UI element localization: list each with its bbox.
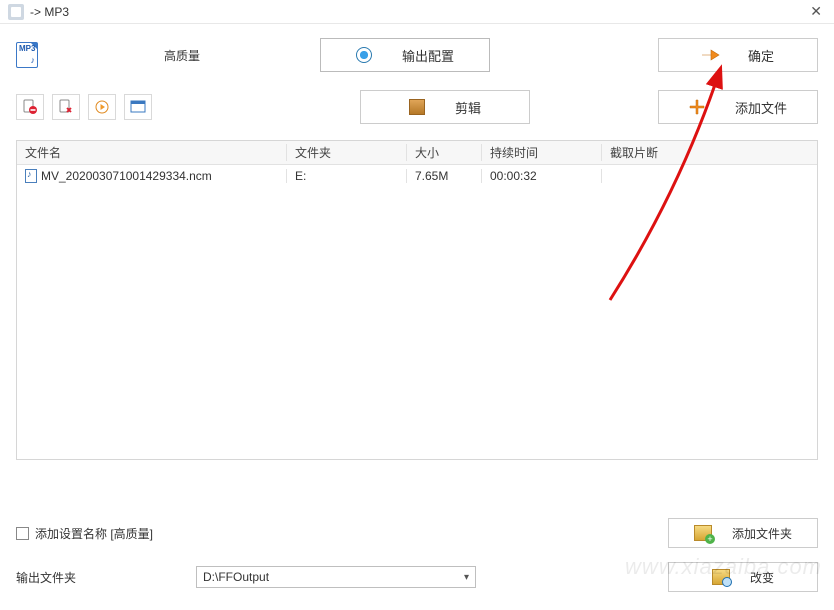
window-icon: [130, 100, 146, 114]
quality-label: 高质量: [164, 47, 200, 64]
document-x-icon: [58, 99, 74, 115]
col-segment[interactable]: 截取片断: [602, 144, 817, 161]
details-button[interactable]: [124, 94, 152, 120]
ok-button[interactable]: 确定: [658, 38, 818, 72]
close-button[interactable]: ✕: [806, 3, 826, 20]
add-file-label: 添加文件: [735, 98, 787, 117]
title-bar: -> MP3 ✕: [0, 0, 834, 24]
chevron-down-icon: ▾: [464, 572, 469, 583]
ok-label: 确定: [748, 46, 774, 65]
add-folder-label: 添加文件夹: [732, 525, 792, 542]
clear-list-button[interactable]: [52, 94, 80, 120]
app-icon: [8, 4, 24, 20]
edit-label: 剪辑: [455, 98, 481, 117]
output-config-button[interactable]: 输出配置: [320, 38, 490, 72]
output-folder-label: 输出文件夹: [16, 569, 76, 586]
add-folder-button[interactable]: 添加文件夹: [668, 518, 818, 548]
mp3-format-icon: MP3 ♪: [16, 42, 38, 68]
remove-item-button[interactable]: [16, 94, 44, 120]
film-icon: [409, 99, 425, 115]
col-filename[interactable]: 文件名: [17, 144, 287, 161]
folder-search-icon: [712, 569, 730, 585]
change-label: 改变: [750, 569, 774, 586]
col-size[interactable]: 大小: [407, 144, 482, 161]
cell-size: 7.65M: [415, 169, 448, 183]
table-row[interactable]: MV_202003071001429334.ncm E: 7.65M 00:00…: [17, 165, 817, 187]
output-folder-select[interactable]: D:\FFOutput ▾: [196, 566, 476, 588]
add-setting-label: 添加设置名称 [高质量]: [35, 525, 153, 542]
gear-icon: [356, 47, 372, 63]
add-setting-checkbox[interactable]: [16, 527, 29, 540]
plus-icon: [689, 99, 705, 115]
edit-button[interactable]: 剪辑: [360, 90, 530, 124]
cell-folder: E:: [295, 169, 306, 183]
window-title: -> MP3: [30, 5, 69, 19]
add-file-button[interactable]: 添加文件: [658, 90, 818, 124]
output-folder-value: D:\FFOutput: [203, 570, 269, 584]
output-config-label: 输出配置: [402, 46, 454, 65]
cell-filename: MV_202003071001429334.ncm: [41, 169, 212, 183]
folder-add-icon: [694, 525, 712, 541]
document-minus-icon: [22, 99, 38, 115]
table-header: 文件名 文件夹 大小 持续时间 截取片断: [17, 141, 817, 165]
arrow-right-icon: [702, 47, 718, 63]
col-folder[interactable]: 文件夹: [287, 144, 407, 161]
play-icon: [95, 100, 109, 114]
cell-duration: 00:00:32: [490, 169, 537, 183]
file-table: 文件名 文件夹 大小 持续时间 截取片断 MV_2020030710014293…: [16, 140, 818, 460]
col-duration[interactable]: 持续时间: [482, 144, 602, 161]
audio-file-icon: [25, 169, 37, 183]
play-button[interactable]: [88, 94, 116, 120]
change-folder-button[interactable]: 改变: [668, 562, 818, 592]
